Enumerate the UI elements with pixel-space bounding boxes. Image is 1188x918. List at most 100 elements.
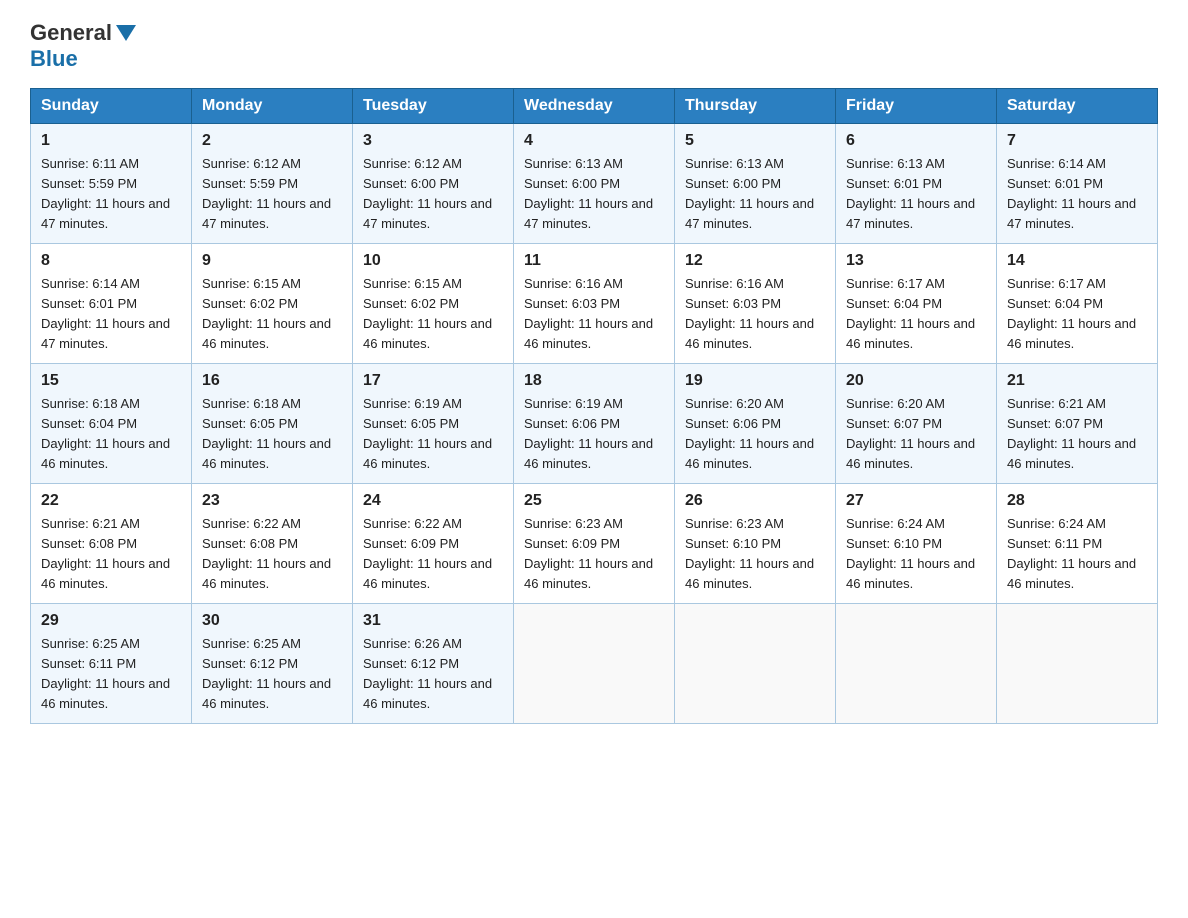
day-number: 13: [846, 252, 986, 270]
calendar-cell: 19 Sunrise: 6:20 AMSunset: 6:06 PMDaylig…: [675, 364, 836, 484]
calendar-cell: 9 Sunrise: 6:15 AMSunset: 6:02 PMDayligh…: [192, 244, 353, 364]
day-info: Sunrise: 6:25 AMSunset: 6:12 PMDaylight:…: [202, 636, 331, 711]
day-info: Sunrise: 6:16 AMSunset: 6:03 PMDaylight:…: [685, 276, 814, 351]
header-thursday: Thursday: [675, 89, 836, 124]
calendar-cell: [997, 604, 1158, 724]
calendar-cell: 26 Sunrise: 6:23 AMSunset: 6:10 PMDaylig…: [675, 484, 836, 604]
day-info: Sunrise: 6:26 AMSunset: 6:12 PMDaylight:…: [363, 636, 492, 711]
day-number: 25: [524, 492, 664, 510]
day-info: Sunrise: 6:24 AMSunset: 6:10 PMDaylight:…: [846, 516, 975, 591]
calendar-cell: 24 Sunrise: 6:22 AMSunset: 6:09 PMDaylig…: [353, 484, 514, 604]
day-info: Sunrise: 6:19 AMSunset: 6:05 PMDaylight:…: [363, 396, 492, 471]
calendar-cell: 2 Sunrise: 6:12 AMSunset: 5:59 PMDayligh…: [192, 124, 353, 244]
page-header: General Blue: [30, 20, 1158, 72]
day-number: 15: [41, 372, 181, 390]
day-number: 5: [685, 132, 825, 150]
logo-triangle-icon: [116, 25, 136, 41]
day-info: Sunrise: 6:24 AMSunset: 6:11 PMDaylight:…: [1007, 516, 1136, 591]
day-number: 6: [846, 132, 986, 150]
day-number: 8: [41, 252, 181, 270]
calendar-cell: 17 Sunrise: 6:19 AMSunset: 6:05 PMDaylig…: [353, 364, 514, 484]
calendar-cell: 5 Sunrise: 6:13 AMSunset: 6:00 PMDayligh…: [675, 124, 836, 244]
calendar-cell: 25 Sunrise: 6:23 AMSunset: 6:09 PMDaylig…: [514, 484, 675, 604]
day-number: 28: [1007, 492, 1147, 510]
day-number: 23: [202, 492, 342, 510]
calendar-cell: 13 Sunrise: 6:17 AMSunset: 6:04 PMDaylig…: [836, 244, 997, 364]
header-saturday: Saturday: [997, 89, 1158, 124]
day-info: Sunrise: 6:25 AMSunset: 6:11 PMDaylight:…: [41, 636, 170, 711]
calendar-cell: 15 Sunrise: 6:18 AMSunset: 6:04 PMDaylig…: [31, 364, 192, 484]
calendar-cell: 7 Sunrise: 6:14 AMSunset: 6:01 PMDayligh…: [997, 124, 1158, 244]
day-info: Sunrise: 6:12 AMSunset: 5:59 PMDaylight:…: [202, 156, 331, 231]
calendar-cell: 16 Sunrise: 6:18 AMSunset: 6:05 PMDaylig…: [192, 364, 353, 484]
calendar-week-row: 8 Sunrise: 6:14 AMSunset: 6:01 PMDayligh…: [31, 244, 1158, 364]
logo-blue: Blue: [30, 46, 78, 72]
calendar-cell: 12 Sunrise: 6:16 AMSunset: 6:03 PMDaylig…: [675, 244, 836, 364]
calendar-cell: 27 Sunrise: 6:24 AMSunset: 6:10 PMDaylig…: [836, 484, 997, 604]
day-info: Sunrise: 6:23 AMSunset: 6:09 PMDaylight:…: [524, 516, 653, 591]
calendar-cell: [836, 604, 997, 724]
day-number: 20: [846, 372, 986, 390]
day-number: 7: [1007, 132, 1147, 150]
day-info: Sunrise: 6:19 AMSunset: 6:06 PMDaylight:…: [524, 396, 653, 471]
day-number: 31: [363, 612, 503, 630]
day-number: 26: [685, 492, 825, 510]
calendar-cell: [514, 604, 675, 724]
day-number: 3: [363, 132, 503, 150]
day-info: Sunrise: 6:23 AMSunset: 6:10 PMDaylight:…: [685, 516, 814, 591]
calendar-cell: 1 Sunrise: 6:11 AMSunset: 5:59 PMDayligh…: [31, 124, 192, 244]
day-number: 10: [363, 252, 503, 270]
logo: General Blue: [30, 20, 138, 72]
day-number: 29: [41, 612, 181, 630]
day-number: 19: [685, 372, 825, 390]
logo-text: General: [30, 20, 138, 46]
day-number: 22: [41, 492, 181, 510]
day-info: Sunrise: 6:21 AMSunset: 6:07 PMDaylight:…: [1007, 396, 1136, 471]
calendar-week-row: 29 Sunrise: 6:25 AMSunset: 6:11 PMDaylig…: [31, 604, 1158, 724]
day-info: Sunrise: 6:18 AMSunset: 6:05 PMDaylight:…: [202, 396, 331, 471]
day-number: 17: [363, 372, 503, 390]
calendar-cell: 18 Sunrise: 6:19 AMSunset: 6:06 PMDaylig…: [514, 364, 675, 484]
day-info: Sunrise: 6:20 AMSunset: 6:06 PMDaylight:…: [685, 396, 814, 471]
day-info: Sunrise: 6:22 AMSunset: 6:08 PMDaylight:…: [202, 516, 331, 591]
calendar-cell: 30 Sunrise: 6:25 AMSunset: 6:12 PMDaylig…: [192, 604, 353, 724]
day-number: 21: [1007, 372, 1147, 390]
day-info: Sunrise: 6:18 AMSunset: 6:04 PMDaylight:…: [41, 396, 170, 471]
day-number: 30: [202, 612, 342, 630]
day-info: Sunrise: 6:17 AMSunset: 6:04 PMDaylight:…: [846, 276, 975, 351]
day-number: 14: [1007, 252, 1147, 270]
calendar-cell: 20 Sunrise: 6:20 AMSunset: 6:07 PMDaylig…: [836, 364, 997, 484]
day-info: Sunrise: 6:15 AMSunset: 6:02 PMDaylight:…: [202, 276, 331, 351]
day-number: 18: [524, 372, 664, 390]
day-info: Sunrise: 6:16 AMSunset: 6:03 PMDaylight:…: [524, 276, 653, 351]
header-friday: Friday: [836, 89, 997, 124]
day-number: 16: [202, 372, 342, 390]
calendar-cell: 6 Sunrise: 6:13 AMSunset: 6:01 PMDayligh…: [836, 124, 997, 244]
day-number: 4: [524, 132, 664, 150]
day-info: Sunrise: 6:14 AMSunset: 6:01 PMDaylight:…: [41, 276, 170, 351]
day-info: Sunrise: 6:22 AMSunset: 6:09 PMDaylight:…: [363, 516, 492, 591]
calendar-cell: [675, 604, 836, 724]
calendar-header-row: SundayMondayTuesdayWednesdayThursdayFrid…: [31, 89, 1158, 124]
calendar-week-row: 15 Sunrise: 6:18 AMSunset: 6:04 PMDaylig…: [31, 364, 1158, 484]
day-info: Sunrise: 6:14 AMSunset: 6:01 PMDaylight:…: [1007, 156, 1136, 231]
day-info: Sunrise: 6:12 AMSunset: 6:00 PMDaylight:…: [363, 156, 492, 231]
day-number: 27: [846, 492, 986, 510]
calendar-cell: 22 Sunrise: 6:21 AMSunset: 6:08 PMDaylig…: [31, 484, 192, 604]
day-info: Sunrise: 6:13 AMSunset: 6:00 PMDaylight:…: [685, 156, 814, 231]
day-number: 24: [363, 492, 503, 510]
calendar-cell: 4 Sunrise: 6:13 AMSunset: 6:00 PMDayligh…: [514, 124, 675, 244]
calendar-cell: 14 Sunrise: 6:17 AMSunset: 6:04 PMDaylig…: [997, 244, 1158, 364]
calendar-cell: 21 Sunrise: 6:21 AMSunset: 6:07 PMDaylig…: [997, 364, 1158, 484]
day-number: 9: [202, 252, 342, 270]
logo-line2: Blue: [30, 46, 78, 72]
calendar-cell: 11 Sunrise: 6:16 AMSunset: 6:03 PMDaylig…: [514, 244, 675, 364]
day-info: Sunrise: 6:11 AMSunset: 5:59 PMDaylight:…: [41, 156, 170, 231]
calendar-cell: 10 Sunrise: 6:15 AMSunset: 6:02 PMDaylig…: [353, 244, 514, 364]
calendar-cell: 31 Sunrise: 6:26 AMSunset: 6:12 PMDaylig…: [353, 604, 514, 724]
day-info: Sunrise: 6:21 AMSunset: 6:08 PMDaylight:…: [41, 516, 170, 591]
logo-general: General: [30, 20, 112, 46]
calendar-week-row: 1 Sunrise: 6:11 AMSunset: 5:59 PMDayligh…: [31, 124, 1158, 244]
header-monday: Monday: [192, 89, 353, 124]
day-info: Sunrise: 6:13 AMSunset: 6:00 PMDaylight:…: [524, 156, 653, 231]
